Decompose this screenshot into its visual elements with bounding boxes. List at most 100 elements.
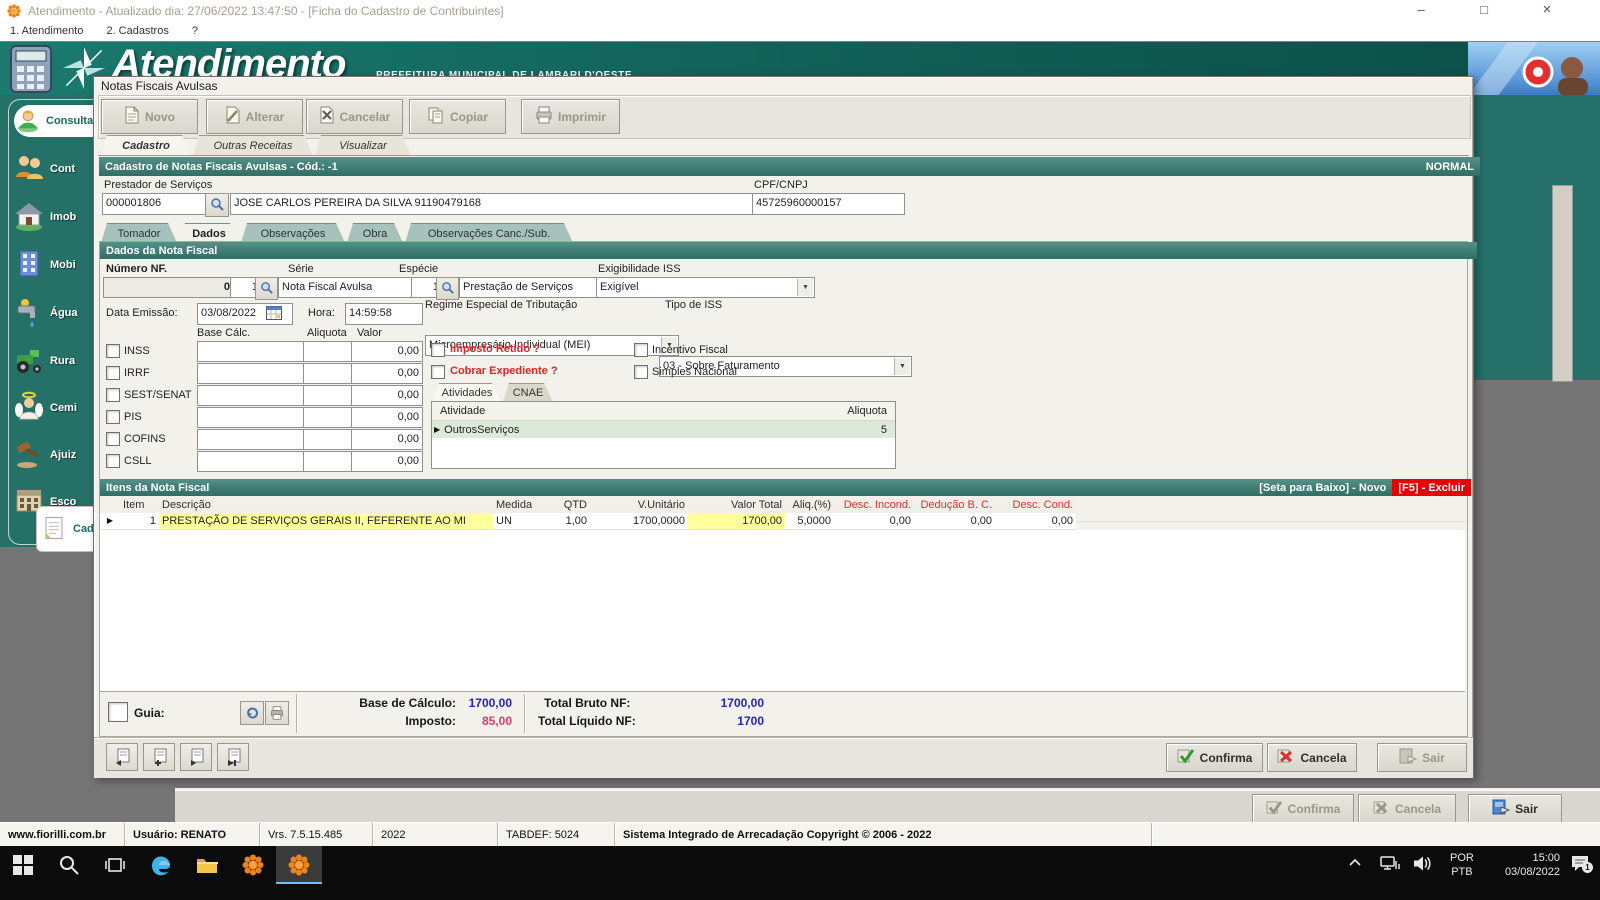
sidebar-item-mobiliario[interactable]: Mobi bbox=[12, 243, 96, 287]
language-indicator[interactable]: POR PTB bbox=[1450, 851, 1474, 879]
cobrar-expediente-checkbox[interactable] bbox=[431, 365, 445, 379]
especie-nome-input[interactable]: Prestação de Serviços bbox=[459, 277, 598, 298]
sidebar-item-contribuintes[interactable]: Cont bbox=[12, 147, 96, 191]
prestador-nome-input[interactable]: JOSE CARLOS PEREIRA DA SILVA 91190479168 bbox=[230, 193, 756, 215]
tab-tomador[interactable]: Tomador bbox=[101, 223, 177, 243]
csll-base-input[interactable] bbox=[197, 451, 309, 472]
tab-observacoes-canc-sub[interactable]: Observações Canc./Sub. bbox=[405, 223, 573, 243]
task-view-button[interactable] bbox=[92, 846, 138, 884]
sidebar-item-agua[interactable]: Água bbox=[12, 291, 96, 335]
menu-cadastros[interactable]: 2. Cadastros bbox=[96, 22, 178, 37]
speaker-icon[interactable] bbox=[1412, 855, 1432, 875]
refresh-guia-button[interactable] bbox=[240, 701, 264, 725]
confirma-button[interactable]: Confirma bbox=[1166, 743, 1263, 772]
cancelar-button[interactable]: Cancelar bbox=[306, 99, 403, 134]
nav-last-button[interactable] bbox=[217, 743, 249, 771]
outer-confirma-button[interactable]: Confirma bbox=[1252, 794, 1354, 823]
tray-expand-chevron-icon[interactable] bbox=[1348, 858, 1362, 870]
maximize-button[interactable]: □ bbox=[1469, 0, 1499, 22]
print-guia-button[interactable] bbox=[265, 701, 289, 725]
itens-grid-empty-area[interactable] bbox=[100, 530, 1465, 691]
item-row[interactable]: ▶ 1 PRESTAÇÃO DE SERVIÇOS GERAIS II, FEF… bbox=[100, 513, 1465, 530]
prestador-codigo-input[interactable]: 000001806 bbox=[102, 193, 210, 215]
nav-insert-button[interactable] bbox=[143, 743, 175, 771]
cofins-aliquota-input[interactable] bbox=[303, 429, 357, 450]
irrf-base-input[interactable] bbox=[197, 363, 309, 384]
close-button[interactable]: × bbox=[1532, 0, 1562, 22]
pis-checkbox[interactable] bbox=[106, 410, 120, 424]
nav-next-button[interactable] bbox=[180, 743, 212, 771]
tab-atividades[interactable]: Atividades bbox=[433, 383, 501, 402]
csll-aliquota-input[interactable] bbox=[303, 451, 357, 472]
csll-valor-input[interactable]: 0,00 bbox=[351, 451, 423, 472]
tab-visualizar[interactable]: Visualizar bbox=[315, 135, 411, 156]
file-explorer-button[interactable] bbox=[184, 846, 230, 884]
atividade-row[interactable]: ▶ OutrosServiços 5 bbox=[432, 421, 895, 438]
incentivo-fiscal-checkbox[interactable] bbox=[634, 343, 648, 357]
cancela-button[interactable]: Cancela bbox=[1267, 743, 1357, 772]
tab-observacoes[interactable]: Observações bbox=[241, 223, 345, 243]
guia-checkbox[interactable] bbox=[108, 702, 128, 722]
menu-help[interactable]: ? bbox=[182, 22, 208, 37]
tab-cadastro[interactable]: Cadastro bbox=[101, 135, 191, 156]
alterar-button[interactable]: Alterar bbox=[206, 99, 303, 134]
irrf-checkbox[interactable] bbox=[106, 366, 120, 380]
start-button[interactable] bbox=[0, 846, 46, 884]
serie-nome-input[interactable]: Nota Fiscal Avulsa bbox=[278, 277, 417, 298]
sidebar-item-ajuizamento[interactable]: Ajuiz bbox=[12, 433, 96, 477]
inss-aliquota-input[interactable] bbox=[303, 341, 357, 362]
fiorilli-app-button-active[interactable] bbox=[276, 846, 322, 884]
nav-first-button[interactable] bbox=[106, 743, 138, 771]
tab-outras-receitas[interactable]: Outras Receitas bbox=[193, 135, 313, 156]
sest-senat-base-input[interactable] bbox=[197, 385, 309, 406]
action-center-button[interactable]: 1 bbox=[1570, 854, 1593, 875]
imprimir-button[interactable]: Imprimir bbox=[521, 99, 620, 134]
vertical-scrollbar[interactable] bbox=[1552, 185, 1573, 382]
simples-nacional-checkbox[interactable] bbox=[634, 365, 648, 379]
sair-button[interactable]: Sair bbox=[1377, 743, 1467, 772]
fiorilli-app-button[interactable] bbox=[230, 846, 276, 884]
cofins-base-input[interactable] bbox=[197, 429, 309, 450]
irrf-aliquota-input[interactable] bbox=[303, 363, 357, 384]
prestador-search-button[interactable] bbox=[205, 193, 229, 217]
inss-checkbox[interactable] bbox=[106, 344, 120, 358]
inss-valor-input[interactable]: 0,00 bbox=[351, 341, 423, 362]
edge-browser-button[interactable] bbox=[138, 846, 184, 884]
sidebar-item-consulta[interactable]: Consulta bbox=[14, 105, 98, 137]
menu-atendimento[interactable]: 1. Atendimento bbox=[0, 22, 93, 37]
calendar-icon[interactable] bbox=[266, 305, 282, 323]
network-icon[interactable] bbox=[1380, 855, 1400, 875]
sidebar-item-cemiterio[interactable]: Cemi bbox=[12, 386, 96, 430]
sest-senat-aliquota-input[interactable] bbox=[303, 385, 357, 406]
inss-base-input[interactable] bbox=[197, 341, 309, 362]
pis-valor-input[interactable]: 0,00 bbox=[351, 407, 423, 428]
tab-obra[interactable]: Obra bbox=[347, 223, 403, 243]
clock[interactable]: 15:00 03/08/2022 bbox=[1488, 851, 1560, 879]
cofins-checkbox[interactable] bbox=[106, 432, 120, 446]
taskbar-search-button[interactable] bbox=[46, 846, 92, 884]
especie-label: Espécie bbox=[399, 263, 439, 275]
outer-cancela-button[interactable]: Cancela bbox=[1358, 794, 1456, 823]
serie-search-button[interactable] bbox=[255, 277, 278, 300]
sidebar-item-rural[interactable]: Rura bbox=[12, 339, 96, 383]
minimize-button[interactable]: – bbox=[1406, 0, 1436, 22]
exigibilidade-select[interactable]: Exigível ▼ bbox=[596, 277, 815, 298]
sest-senat-checkbox[interactable] bbox=[106, 388, 120, 402]
imposto-retido-checkbox[interactable] bbox=[431, 343, 445, 357]
pis-aliquota-input[interactable] bbox=[303, 407, 357, 428]
tab-dados[interactable]: Dados bbox=[179, 223, 239, 243]
cofins-valor-input[interactable]: 0,00 bbox=[351, 429, 423, 450]
copiar-button[interactable]: Copiar bbox=[409, 99, 506, 134]
pis-base-input[interactable] bbox=[197, 407, 309, 428]
irrf-valor-input[interactable]: 0,00 bbox=[351, 363, 423, 384]
csll-checkbox[interactable] bbox=[106, 454, 120, 468]
hora-input[interactable]: 14:59:58 bbox=[345, 303, 423, 325]
novo-button[interactable]: Novo bbox=[101, 99, 198, 134]
atividade-col-header: Atividade bbox=[440, 405, 486, 417]
sest-senat-valor-input[interactable]: 0,00 bbox=[351, 385, 423, 406]
especie-search-button[interactable] bbox=[436, 277, 459, 300]
sidebar-item-imobiliario[interactable]: Imob bbox=[12, 195, 96, 239]
outer-sair-button[interactable]: Sair bbox=[1468, 794, 1562, 823]
cpf-input[interactable]: 45725960000157 bbox=[752, 193, 905, 215]
numero-nf-input[interactable]: 0 bbox=[103, 277, 234, 298]
